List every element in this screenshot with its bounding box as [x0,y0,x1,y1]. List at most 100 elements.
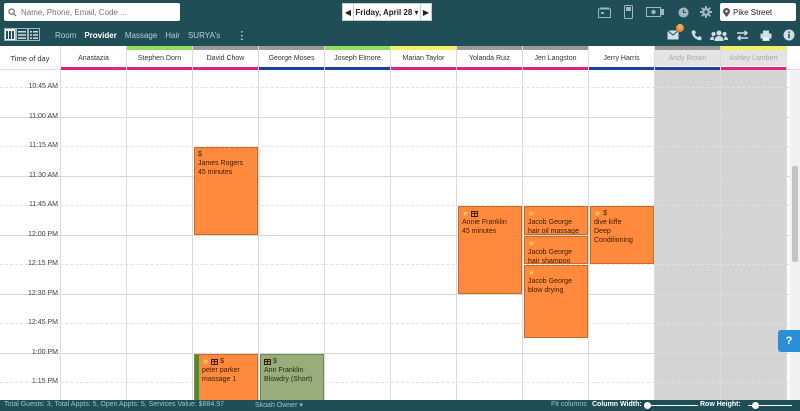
swap-icon[interactable] [734,27,750,43]
row-height-slider[interactable] [748,402,792,409]
tab-room[interactable]: Room [55,31,76,40]
register-icon[interactable] [596,4,612,20]
date-picker[interactable]: Friday, April 28 ▾ [354,3,420,21]
row-height-label: Row Height: [700,401,741,408]
print-icon[interactable] [758,27,774,43]
fit-columns-link[interactable]: Fit columns [551,401,587,408]
time-label: 11:00 AM [28,112,58,120]
paid-indicator: $ [220,357,225,365]
appointment-block[interactable]: $ Ann Franklin Blowdry (Short) [260,353,324,400]
provider-header[interactable]: Anastazia [61,46,127,70]
search-box[interactable] [4,3,180,21]
appointment-block[interactable]: ★ Jacob George hair oil massage [524,206,588,235]
appointment-client: Jacob George [528,278,572,285]
tab-provider[interactable]: Provider [84,31,116,40]
time-label: 10:45 AM [28,83,58,90]
view-switcher [4,28,40,41]
appointment-icons: ★ $ [594,209,650,218]
appointment-icons: ★ [528,268,584,277]
appointment-service: hair shampoo [528,257,571,264]
gear-icon[interactable] [698,4,714,20]
info-icon[interactable] [781,27,797,43]
detail-view-button[interactable] [28,28,40,41]
time-label: 1:00 PM [31,348,58,356]
package-icon [264,358,271,365]
messages-icon[interactable]: 0 [665,24,684,43]
appointment-icons: $ [264,357,320,366]
checked-in-bar [195,354,199,400]
column-width-knob[interactable] [644,402,651,409]
time-label: 12:15 PM [28,260,58,267]
provider-header-row: Time of day Anastazia Stephen Dorn David C… [0,46,800,70]
time-slot-line [0,146,790,147]
column-width-label: Column Width: [592,401,642,408]
appointment-icons: ★ [462,209,518,218]
appointment-icons: ★ $ [202,357,254,366]
appointment-service: Deep Conditioning [594,228,633,244]
appointment-block[interactable]: ★ Jacob George blow drying [524,265,588,338]
provider-header[interactable]: Yolanda Ruiz [457,46,523,70]
message-count-badge: 0 [676,24,684,32]
prev-day-button[interactable]: ◀ [342,3,354,21]
row-height-knob[interactable] [752,402,759,409]
scrollbar-thumb[interactable] [792,166,798,262]
schedule-grid[interactable]: 10:45 AM 11:00 AM 11:15 AM 11:30 AM 11:45 AM… [0,70,790,400]
provider-header[interactable]: Joseph Elmore [325,46,391,70]
status-bar: Total Guests: 3, Total Appts: 5, Open Ap… [0,400,800,411]
column-width-slider[interactable] [644,402,698,409]
provider-header[interactable]: David Chow [193,46,259,70]
time-label: 11:15 AM [28,142,58,149]
time-slot-line [0,323,790,324]
next-day-button[interactable]: ▶ [420,3,432,21]
appointment-block[interactable]: ★ $ dive kiffe Deep Conditioning [590,206,654,264]
provider-header[interactable]: Marian Taylor [391,46,457,70]
appointment-client: Jacob George [528,248,572,256]
provider-name: George Moses [268,54,315,62]
detail-list-icon [30,30,38,39]
terminal-icon[interactable] [620,4,636,20]
resource-tabs: Room Provider Massage Hair SURYA's ⋮ [55,24,247,46]
time-slot-line [0,293,790,295]
phone-icon[interactable] [688,27,704,43]
list-view-button[interactable] [16,28,28,41]
provider-name: Ashley Lambert [721,50,786,66]
provider-name: Andy Brown [655,50,720,66]
provider-header[interactable]: Stephen Dorn [127,46,193,70]
location-select[interactable]: Pike Street [720,3,796,21]
help-button[interactable]: ? [778,330,800,352]
star-icon: ★ [528,268,536,277]
more-options-icon[interactable]: ⋮ [236,29,247,42]
provider-header[interactable]: Jen Langston [523,46,589,70]
clock-icon[interactable] [675,4,691,20]
time-label: 12:30 PM [28,289,58,297]
tab-massage[interactable]: Massage [125,31,157,40]
provider-header[interactable]: Andy Brown [655,46,721,70]
owner-dropdown[interactable]: Skoah Owner ▾ [255,401,303,409]
provider-header[interactable]: George Moses [259,46,325,70]
appointment-service: blow drying [528,287,564,294]
tab-hair[interactable]: Hair [165,31,180,40]
provider-header[interactable]: Ashley Lambert [721,46,787,70]
time-slot-line [0,382,790,383]
appointment-service: massage 1 [202,375,237,383]
appointment-block[interactable]: ★ $ peter parker massage 1 [194,353,258,400]
appointment-block[interactable]: ★ Jacob George hair shampoo [524,235,588,264]
paid-indicator: $ [273,357,277,365]
time-label: 1:15 PM [31,378,58,385]
map-pin-icon [723,7,730,17]
provider-name: Jen Langston [534,54,577,62]
appointment-block[interactable]: $ James Rogers 45 minutes [194,147,258,235]
top-bar: ◀ Friday, April 28 ▾ ▶ Pike Street [0,0,800,24]
users-icon[interactable] [709,27,729,43]
provider-name: Jerry Harris [603,54,640,62]
tab-suryas[interactable]: SURYA's [188,31,220,40]
provider-name: Joseph Elmore [334,54,381,62]
appointment-block[interactable]: ★ Annie Franklin 45 minutes [458,206,522,294]
search-input[interactable] [21,7,171,17]
provider-name: Marian Taylor [402,54,445,62]
paid-indicator: $ [603,210,608,217]
cash-icon[interactable] [645,4,665,20]
appointment-client: dive kiffe [594,219,622,226]
grid-view-button[interactable] [4,28,16,41]
provider-header[interactable]: Jerry Harris [589,46,655,70]
